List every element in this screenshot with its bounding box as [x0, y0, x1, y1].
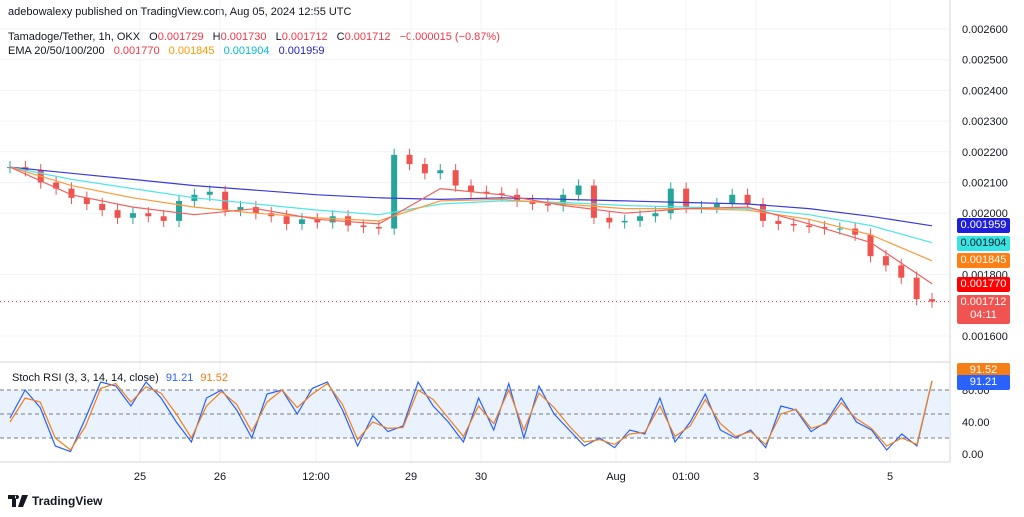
- candle-body: [129, 213, 136, 218]
- candle-body: [421, 164, 428, 174]
- candle-body: [114, 210, 121, 218]
- candle-body: [283, 216, 290, 224]
- last-price-tag: 0.001712 04:11: [957, 295, 1010, 324]
- price-axis-label: 0.001600: [962, 331, 1008, 343]
- last-price: 0.001712: [960, 296, 1007, 308]
- candle-body: [252, 207, 259, 214]
- candle-body: [836, 228, 843, 230]
- candle-body: [406, 154, 413, 165]
- candle-body: [452, 170, 459, 186]
- time-axis-label: 12:00: [302, 471, 330, 483]
- candle-body: [729, 194, 736, 204]
- candle-body: [683, 188, 690, 208]
- candle-body: [544, 203, 551, 206]
- candle-body: [606, 217, 613, 223]
- ema50-price-tag: 0.001845: [957, 253, 1010, 268]
- bar-countdown: 04:11: [970, 309, 997, 321]
- rsi-legend: Stoch RSI (3, 3, 14, 14, close) 91.21 91…: [12, 372, 228, 384]
- tradingview-wordmark: TradingView: [32, 494, 103, 508]
- candle-body: [391, 154, 398, 229]
- candle-body: [329, 216, 336, 223]
- ema100-price-tag: 0.001904: [957, 236, 1010, 251]
- time-axis-label: 3: [753, 471, 759, 483]
- rsi-d-value: 91.52: [200, 372, 228, 384]
- price-axis-label: 0.002100: [962, 178, 1008, 190]
- ema20-price-tag: 0.001770: [957, 277, 1010, 292]
- time-axis-label: 26: [214, 471, 226, 483]
- candle-body: [790, 223, 797, 226]
- time-axis-label: 01:00: [672, 471, 700, 483]
- time-axis-label: 25: [134, 471, 146, 483]
- candle-body: [637, 216, 644, 221]
- price-axis-label: 0.002500: [962, 55, 1008, 67]
- rsi-title[interactable]: Stoch RSI (3, 3, 14, 14, close): [12, 372, 159, 384]
- candle-body: [298, 219, 305, 224]
- candle-body: [360, 225, 367, 228]
- candle-body: [882, 256, 889, 266]
- candle-body: [713, 203, 720, 208]
- price-axis-label: 0.002600: [962, 24, 1008, 36]
- time-axis-label: 30: [475, 471, 487, 483]
- candle-body: [375, 227, 382, 229]
- candle-body: [867, 234, 874, 257]
- ema200-price-tag: 0.001959: [957, 218, 1010, 233]
- candle-body: [468, 185, 474, 192]
- price-axis-label: 0.002400: [962, 85, 1008, 97]
- tradingview-logo[interactable]: TradingView: [8, 494, 102, 508]
- candle-body: [160, 216, 167, 221]
- candle-body: [621, 220, 628, 223]
- candle-body: [590, 185, 597, 218]
- candle-body: [145, 213, 152, 217]
- rsi-k-value: 91.21: [165, 372, 194, 384]
- candle-body: [913, 277, 920, 300]
- time-axis-label: Aug: [606, 471, 626, 483]
- candle-body: [437, 170, 444, 174]
- candle-body: [775, 220, 782, 224]
- candle-body: [744, 194, 751, 204]
- candle-body: [898, 265, 905, 278]
- rsi-k-tag: 91.21: [957, 375, 1010, 390]
- price-chart[interactable]: 0.002600 0.002500 0.002400 0.002300 0.002200…: [0, 0, 1024, 517]
- candle-body: [99, 203, 106, 211]
- time-axis-label: 5: [887, 471, 893, 483]
- candle-body: [575, 185, 582, 195]
- candle-body: [206, 191, 213, 195]
- candle-body: [652, 213, 659, 217]
- tradingview-icon: [8, 495, 28, 507]
- rsi-axis-label: 40.00: [962, 417, 990, 429]
- rsi-axis-label: 0.00: [962, 449, 983, 461]
- candle-body: [806, 225, 813, 228]
- price-axis-label: 0.002200: [962, 147, 1008, 159]
- time-axis-label: 29: [405, 471, 417, 483]
- price-axis-label: 0.002300: [962, 116, 1008, 128]
